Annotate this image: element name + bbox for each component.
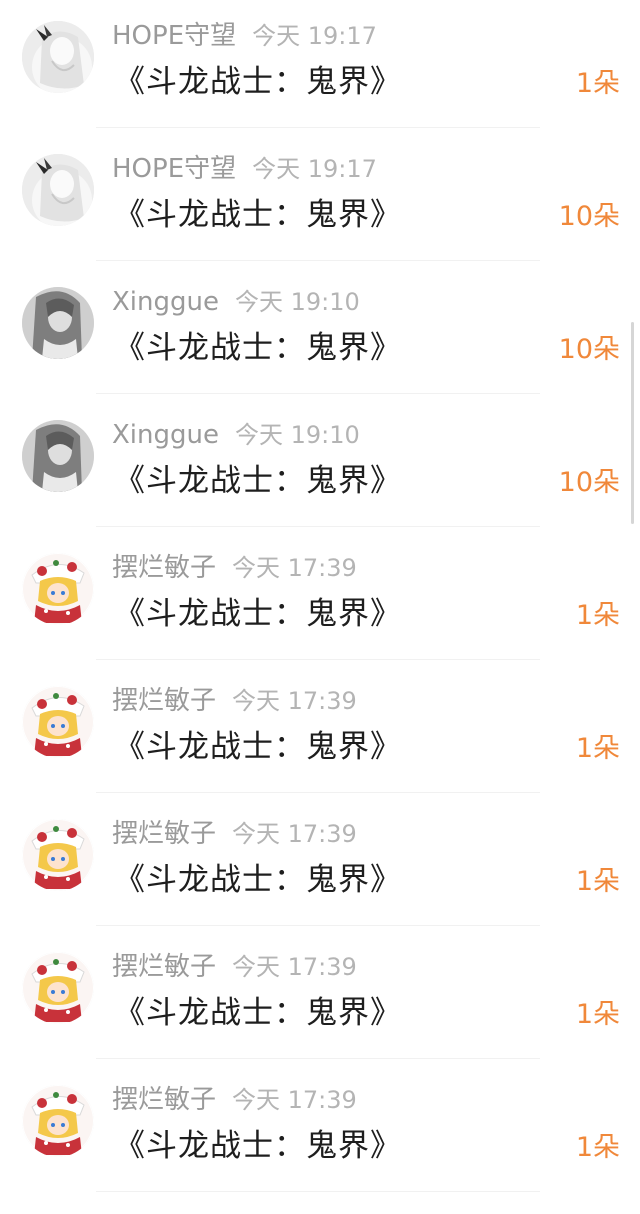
timestamp: 今天 19:10 — [235, 288, 360, 316]
row-divider — [96, 260, 540, 261]
book-title: 《斗龙战士：鬼界》 — [114, 64, 402, 100]
user-avatar-icon[interactable] — [22, 420, 94, 492]
gift-list-item[interactable]: Xinggue 今天 19:10 《斗龙战士：鬼界》 10朵 — [0, 399, 640, 532]
gift-meta: 摆烂敏子 今天 17:39 — [112, 949, 357, 985]
row-divider — [96, 925, 540, 926]
flower-count: 1朵 — [575, 733, 620, 764]
user-avatar-icon[interactable] — [22, 287, 94, 359]
flower-count: 1朵 — [575, 999, 620, 1030]
flower-count: 1朵 — [575, 866, 620, 897]
gift-list-item[interactable]: 摆烂敏子 今天 17:39 《斗龙战士：鬼界》 1朵 — [0, 665, 640, 798]
scrollbar[interactable] — [631, 322, 634, 524]
timestamp: 今天 19:17 — [252, 155, 377, 183]
flower-count: 1朵 — [575, 68, 620, 99]
timestamp: 今天 17:39 — [232, 820, 357, 848]
user-avatar-icon[interactable] — [22, 686, 94, 758]
username[interactable]: HOPE守望 — [112, 21, 236, 51]
book-title: 《斗龙战士：鬼界》 — [114, 596, 402, 632]
book-title: 《斗龙战士：鬼界》 — [114, 330, 402, 366]
gift-list-item[interactable]: 摆烂敏子 今天 17:39 《斗龙战士：鬼界》 1朵 — [0, 1064, 640, 1197]
row-divider — [96, 792, 540, 793]
gift-meta: HOPE守望 今天 19:17 — [112, 151, 377, 187]
user-avatar-icon[interactable] — [22, 1085, 94, 1157]
user-avatar-icon[interactable] — [22, 21, 94, 93]
timestamp: 今天 19:17 — [252, 22, 377, 50]
user-avatar-icon[interactable] — [22, 819, 94, 891]
flower-count: 10朵 — [558, 201, 620, 232]
row-divider — [96, 526, 540, 527]
timestamp: 今天 19:10 — [235, 421, 360, 449]
username[interactable]: 摆烂敏子 — [112, 952, 216, 982]
gift-list-item[interactable]: HOPE守望 今天 19:17 《斗龙战士：鬼界》 10朵 — [0, 133, 640, 266]
username[interactable]: Xinggue — [112, 420, 219, 450]
gift-meta: 摆烂敏子 今天 17:39 — [112, 550, 357, 586]
book-title: 《斗龙战士：鬼界》 — [114, 995, 402, 1031]
row-divider — [96, 1191, 540, 1192]
gift-list: HOPE守望 今天 19:17 《斗龙战士：鬼界》 1朵 HOPE守望 今天 19:… — [0, 0, 640, 1197]
book-title: 《斗龙战士：鬼界》 — [114, 862, 402, 898]
gift-list-item[interactable]: 摆烂敏子 今天 17:39 《斗龙战士：鬼界》 1朵 — [0, 931, 640, 1064]
flower-count: 10朵 — [558, 467, 620, 498]
gift-meta: 摆烂敏子 今天 17:39 — [112, 816, 357, 852]
row-divider — [96, 1058, 540, 1059]
row-divider — [96, 393, 540, 394]
user-avatar-icon[interactable] — [22, 553, 94, 625]
username[interactable]: 摆烂敏子 — [112, 819, 216, 849]
row-divider — [96, 659, 540, 660]
gift-meta: HOPE守望 今天 19:17 — [112, 18, 377, 54]
book-title: 《斗龙战士：鬼界》 — [114, 463, 402, 499]
book-title: 《斗龙战士：鬼界》 — [114, 197, 402, 233]
gift-meta: 摆烂敏子 今天 17:39 — [112, 1082, 357, 1118]
gift-meta: 摆烂敏子 今天 17:39 — [112, 683, 357, 719]
timestamp: 今天 17:39 — [232, 554, 357, 582]
flower-count: 10朵 — [558, 334, 620, 365]
username[interactable]: Xinggue — [112, 287, 219, 317]
flower-count: 1朵 — [575, 600, 620, 631]
user-avatar-icon[interactable] — [22, 154, 94, 226]
timestamp: 今天 17:39 — [232, 953, 357, 981]
book-title: 《斗龙战士：鬼界》 — [114, 1128, 402, 1164]
gift-meta: Xinggue 今天 19:10 — [112, 417, 360, 453]
book-title: 《斗龙战士：鬼界》 — [114, 729, 402, 765]
username[interactable]: 摆烂敏子 — [112, 686, 216, 716]
username[interactable]: 摆烂敏子 — [112, 1085, 216, 1115]
flower-count: 1朵 — [575, 1132, 620, 1163]
timestamp: 今天 17:39 — [232, 1086, 357, 1114]
gift-list-item[interactable]: HOPE守望 今天 19:17 《斗龙战士：鬼界》 1朵 — [0, 0, 640, 133]
timestamp: 今天 17:39 — [232, 687, 357, 715]
user-avatar-icon[interactable] — [22, 952, 94, 1024]
username[interactable]: 摆烂敏子 — [112, 553, 216, 583]
gift-list-item[interactable]: 摆烂敏子 今天 17:39 《斗龙战士：鬼界》 1朵 — [0, 798, 640, 931]
row-divider — [96, 127, 540, 128]
username[interactable]: HOPE守望 — [112, 154, 236, 184]
gift-list-item[interactable]: 摆烂敏子 今天 17:39 《斗龙战士：鬼界》 1朵 — [0, 532, 640, 665]
gift-list-item[interactable]: Xinggue 今天 19:10 《斗龙战士：鬼界》 10朵 — [0, 266, 640, 399]
gift-meta: Xinggue 今天 19:10 — [112, 284, 360, 320]
